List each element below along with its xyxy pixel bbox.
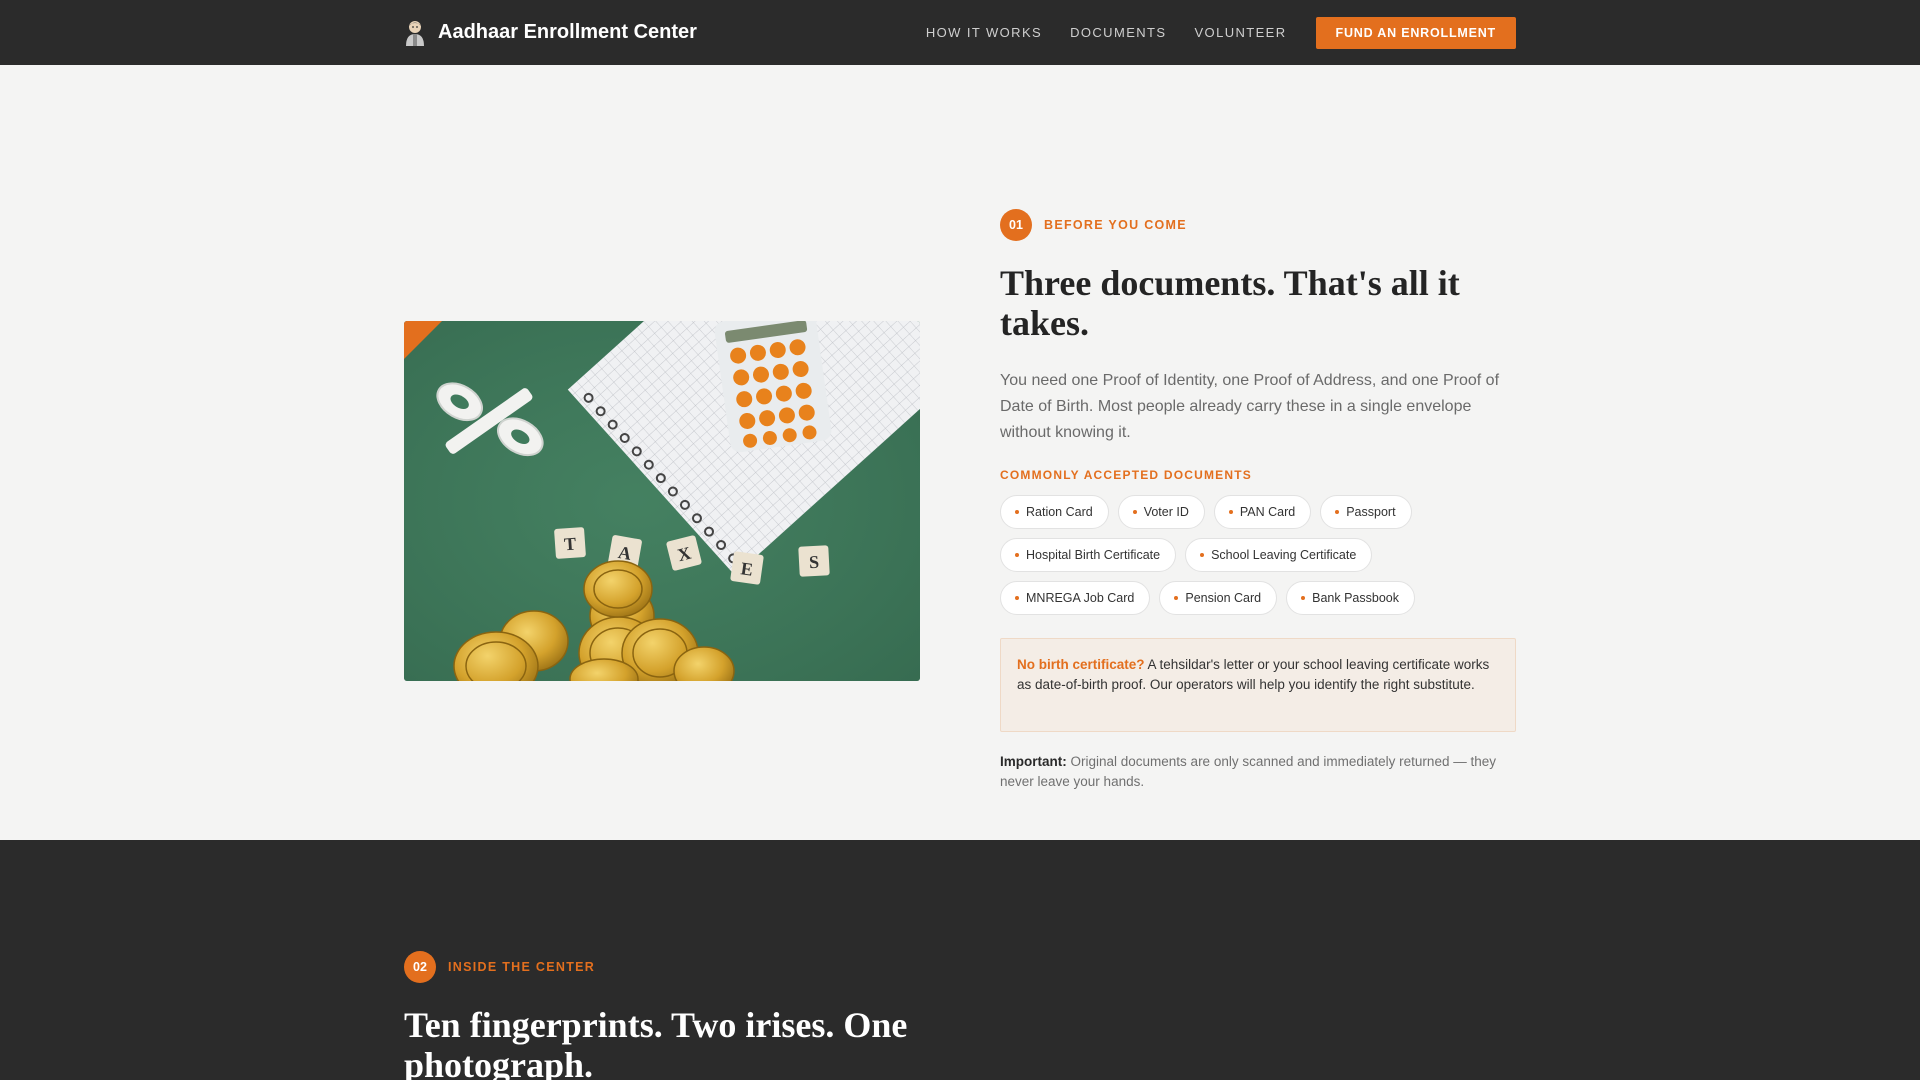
- document-chip: PAN Card: [1213, 495, 1312, 529]
- top-navbar: Aadhaar Enrollment Center HOW IT WORKS D…: [0, 0, 1920, 65]
- document-chip-label: Ration Card: [1026, 505, 1093, 519]
- brand-title: Aadhaar Enrollment Center: [438, 21, 697, 43]
- bullet-dot-icon: [1228, 510, 1233, 514]
- document-chip: MNREGA Job Card: [1000, 581, 1151, 615]
- section-heading: Ten fingerprints. Two irises. One photog…: [404, 1005, 908, 1080]
- bullet-dot-icon: [1335, 510, 1340, 514]
- document-chip-label: MNREGA Job Card: [1026, 591, 1135, 605]
- nav-links: HOW IT WORKS DOCUMENTS VOLUNTEER FUND AN…: [898, 16, 1516, 49]
- document-chip: Voter ID: [1117, 495, 1205, 529]
- step-indicator-02: 02 INSIDE THE CENTER: [404, 951, 595, 983]
- step-label: BEFORE YOU COME: [1044, 218, 1187, 232]
- step-number-badge: 01: [1000, 209, 1032, 241]
- step-number-badge: 02: [404, 951, 436, 983]
- document-chip-label: Pension Card: [1185, 591, 1262, 605]
- inside-center-section: 02 INSIDE THE CENTER Ten fingerprints. T…: [0, 840, 1920, 1080]
- document-chip: Passport: [1320, 495, 1412, 529]
- nav-link-volunteer[interactable]: VOLUNTEER: [1194, 25, 1286, 40]
- taxes-photo: T A X E S: [404, 321, 920, 681]
- brand-link[interactable]: Aadhaar Enrollment Center: [404, 20, 697, 46]
- documents-label: COMMONLY ACCEPTED DOCUMENTS: [1000, 468, 1252, 482]
- bullet-dot-icon: [1015, 596, 1019, 600]
- bullet-dot-icon: [1015, 553, 1019, 557]
- document-chip-label: Passport: [1346, 505, 1396, 519]
- calculator: [714, 321, 832, 453]
- document-chip-label: PAN Card: [1239, 505, 1296, 519]
- bullet-dot-icon: [1015, 510, 1019, 514]
- nav-link-documents[interactable]: DOCUMENTS: [1070, 25, 1166, 40]
- section-lead-text: You need one Proof of Identity, one Proo…: [1000, 372, 1500, 441]
- important-text: Original documents are only scanned and …: [1000, 754, 1496, 789]
- document-chip-label: School Leaving Certificate: [1211, 548, 1357, 562]
- bullet-dot-icon: [1132, 510, 1137, 514]
- tile-t: T: [563, 534, 576, 555]
- document-chip: Hospital Birth Certificate: [1000, 538, 1177, 572]
- document-chip-label: Hospital Birth Certificate: [1026, 548, 1161, 562]
- important-label: Important:: [1000, 754, 1067, 769]
- step-label: INSIDE THE CENTER: [448, 960, 596, 974]
- document-chip: Ration Card: [1000, 495, 1109, 529]
- bullet-dot-icon: [1174, 596, 1179, 600]
- document-chip-label: Bank Passbook: [1312, 591, 1399, 605]
- person-icon: [406, 20, 424, 46]
- birth-certificate-note: No birth certificate? A tehsildar's lett…: [1000, 638, 1516, 732]
- nav-link-how-it-works[interactable]: HOW IT WORKS: [926, 25, 1042, 40]
- fund-enrollment-button[interactable]: FUND AN ENROLLMENT: [1315, 16, 1516, 49]
- document-chip: Pension Card: [1159, 581, 1278, 615]
- taxes-illustration: T A X E S: [404, 321, 920, 681]
- step-indicator-01: 01 BEFORE YOU COME: [1000, 209, 1187, 241]
- document-chip: Bank Passbook: [1286, 581, 1415, 615]
- important-notice: Important: Original documents are only s…: [1000, 752, 1516, 792]
- note-heading: No birth certificate?: [1017, 657, 1145, 672]
- document-chip-label: Voter ID: [1143, 505, 1189, 519]
- navbar-inner: Aadhaar Enrollment Center HOW IT WORKS D…: [404, 0, 1516, 65]
- documents-section: T A X E S 01 BEFORE YOU COME Three docum…: [0, 65, 1920, 840]
- document-chip-list: Ration Card Voter ID PAN Card Passport H…: [1000, 495, 1516, 615]
- section-heading: Three documents. That's all it takes.: [1000, 263, 1460, 343]
- bullet-dot-icon: [1301, 596, 1306, 600]
- tile-s: S: [809, 552, 820, 572]
- bullet-dot-icon: [1200, 553, 1205, 557]
- document-chip: School Leaving Certificate: [1185, 538, 1373, 572]
